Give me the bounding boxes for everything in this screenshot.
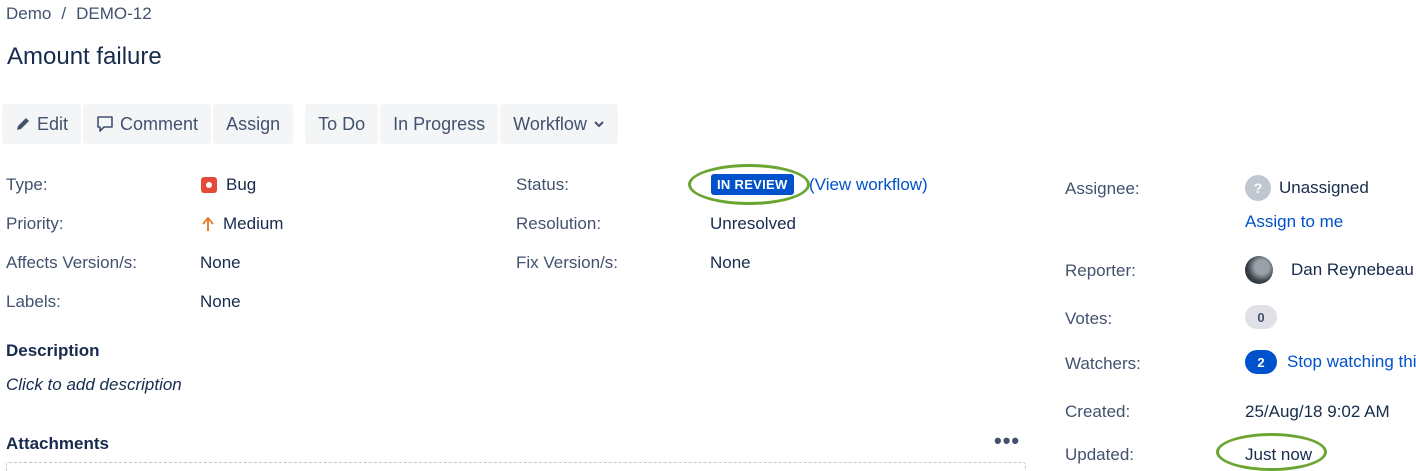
status-value: IN REVIEW xyxy=(711,174,794,195)
description-heading: Description xyxy=(6,341,100,360)
description-placeholder[interactable]: Click to add description xyxy=(6,375,182,395)
votes-count-badge: 0 xyxy=(1245,305,1277,329)
assignee-value[interactable]: ? Unassigned xyxy=(1245,175,1369,201)
resolution-value: Unresolved xyxy=(710,214,796,233)
watchers-value: 2 Stop watching this issue xyxy=(1245,350,1416,374)
pencil-icon xyxy=(15,116,31,132)
priority-value-text: Medium xyxy=(223,214,284,233)
status-lozenge[interactable]: IN REVIEW xyxy=(711,174,794,195)
affects-versions-value[interactable]: None xyxy=(200,253,241,273)
type-label: Type: xyxy=(6,175,48,194)
updated-value: Just now xyxy=(1245,445,1313,464)
votes-label: Votes: xyxy=(1065,309,1113,328)
priority-value: Medium xyxy=(201,214,283,234)
type-value: Bug xyxy=(201,175,256,195)
fix-versions-label: Fix Version/s: xyxy=(516,253,619,272)
updated-label: Updated: xyxy=(1065,445,1134,464)
created-label: Created: xyxy=(1065,402,1131,421)
edit-button[interactable]: Edit xyxy=(2,104,82,144)
comment-icon xyxy=(96,115,114,133)
workflow-button-label: Workflow xyxy=(513,113,587,134)
comment-button-label: Comment xyxy=(120,113,199,134)
priority-label: Priority: xyxy=(6,214,64,233)
breadcrumb-issue-key-link[interactable]: DEMO-12 xyxy=(76,4,152,23)
type-value-text: Bug xyxy=(226,175,257,194)
arrow-up-icon xyxy=(201,216,215,232)
votes-value[interactable]: 0 xyxy=(1245,305,1277,329)
breadcrumb-project-link[interactable]: Demo xyxy=(6,4,51,23)
assignee-label: Assignee: xyxy=(1065,179,1140,198)
to-do-button[interactable]: To Do xyxy=(305,104,379,144)
watchers-label: Watchers: xyxy=(1065,354,1141,373)
created-value: 25/Aug/18 9:02 AM xyxy=(1245,402,1390,421)
labels-label: Labels: xyxy=(6,292,61,311)
reporter-value[interactable]: Dan Reynebeau xyxy=(1245,256,1414,284)
edit-button-label: Edit xyxy=(37,113,69,134)
attachments-more-button[interactable]: ••• xyxy=(994,428,1020,454)
assign-to-me-link[interactable]: Assign to me xyxy=(1245,212,1343,232)
assign-button[interactable]: Assign xyxy=(213,104,294,144)
comment-button[interactable]: Comment xyxy=(83,104,212,144)
breadcrumb: Demo / DEMO-12 xyxy=(6,4,152,24)
bug-icon xyxy=(201,177,217,193)
affects-versions-label: Affects Version/s: xyxy=(6,253,138,272)
workflow-dropdown-button[interactable]: Workflow xyxy=(500,104,618,144)
issue-title[interactable]: Amount failure xyxy=(7,43,162,71)
status-label: Status: xyxy=(516,175,569,194)
stop-watching-link[interactable]: Stop watching this issue xyxy=(1287,352,1416,372)
view-workflow-link[interactable]: (View workflow) xyxy=(809,175,928,195)
unassigned-avatar-icon: ? xyxy=(1245,175,1271,201)
breadcrumb-separator: / xyxy=(61,4,67,23)
labels-value[interactable]: None xyxy=(200,292,241,312)
resolution-label: Resolution: xyxy=(516,214,602,233)
reporter-name: Dan Reynebeau xyxy=(1291,260,1414,279)
attachments-dropzone[interactable] xyxy=(6,462,1026,471)
in-progress-button[interactable]: In Progress xyxy=(380,104,499,144)
chevron-down-icon xyxy=(593,118,605,130)
reporter-avatar xyxy=(1245,256,1273,284)
attachments-heading: Attachments xyxy=(6,434,109,453)
fix-versions-value[interactable]: None xyxy=(710,253,751,273)
issue-toolbar: Edit Comment Assign To Do In Progress Wo… xyxy=(2,104,618,144)
reporter-label: Reporter: xyxy=(1065,261,1136,280)
assignee-value-text: Unassigned xyxy=(1279,178,1369,197)
watchers-count-badge[interactable]: 2 xyxy=(1245,350,1277,374)
